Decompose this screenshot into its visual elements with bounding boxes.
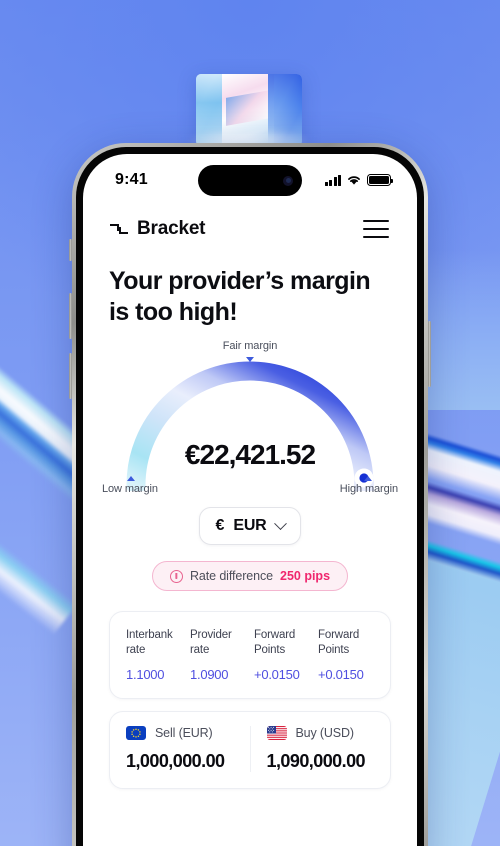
cellular-bars-icon <box>324 174 341 186</box>
buy-header: Buy (USD) <box>266 726 375 740</box>
gauge-value: €22,421.52 <box>184 439 316 470</box>
rate-value: +0.0150 <box>318 667 364 682</box>
front-camera-icon <box>283 175 293 186</box>
trade-card: Sell (EUR) 1,000,000.00 Buy (USD) 1,090,… <box>109 711 391 789</box>
page-title-line2: is too high! <box>109 297 238 326</box>
sell-label: Sell (EUR) <box>155 726 213 740</box>
page-title: Your provider’s margin is too high! <box>83 240 417 327</box>
status-bar: 9:41 <box>83 154 417 202</box>
rate-column: Provider rate 1.0900 <box>190 628 248 682</box>
bracket-logo-icon <box>110 224 128 234</box>
dynamic-island <box>198 165 302 196</box>
currency-symbol: € <box>215 517 225 534</box>
rate-difference-row: Rate difference 250 pips <box>83 561 417 591</box>
rate-column: Interbank rate 1.1000 <box>126 628 184 682</box>
rate-header: Forward Points <box>254 629 296 656</box>
info-circle-icon <box>169 569 183 583</box>
phone-bezel: 9:41 Bracket Your provider’s margin is t… <box>76 147 424 846</box>
battery-full-icon <box>367 174 393 186</box>
buy-label: Buy (USD) <box>295 726 355 740</box>
phone-device: 9:41 Bracket Your provider’s margin is t… <box>69 143 431 846</box>
eu-flag-icon <box>126 726 146 740</box>
silent-switch[interactable] <box>69 239 72 261</box>
gauge-tick-high <box>364 476 372 481</box>
status-time: 9:41 <box>115 171 148 188</box>
sell-header: Sell (EUR) <box>126 726 234 740</box>
buy-column: Buy (USD) 1,090,000.00 <box>249 726 391 772</box>
rates-card: Interbank rate 1.1000 Provider rate 1.09… <box>109 611 391 699</box>
scene: 9:41 Bracket Your provider’s margin is t… <box>0 0 500 846</box>
rate-header: Interbank rate <box>126 629 173 656</box>
rate-column: Forward Points +0.0150 <box>254 628 312 682</box>
rate-header: Provider rate <box>190 629 232 656</box>
sell-column: Sell (EUR) 1,000,000.00 <box>110 726 250 772</box>
currency-code: EUR <box>233 517 267 534</box>
sell-amount: 1,000,000.00 <box>126 751 225 771</box>
rate-difference-value: 250 pips <box>280 569 331 583</box>
phone-screen: 9:41 Bracket Your provider’s margin is t… <box>83 154 417 846</box>
hamburger-menu-icon[interactable] <box>363 219 389 239</box>
gauge-arc <box>126 361 374 491</box>
rate-value: +0.0150 <box>254 667 300 682</box>
brand-name: Bracket <box>137 218 206 239</box>
volume-down-button[interactable] <box>69 353 72 399</box>
gauge-tick-low <box>127 476 135 481</box>
rate-value: 1.1000 <box>126 667 165 682</box>
currency-selector[interactable]: € EUR <box>199 507 301 545</box>
rate-value: 1.0900 <box>190 667 229 682</box>
rate-difference-badge[interactable]: Rate difference 250 pips <box>151 561 349 591</box>
us-flag-icon <box>266 726 287 740</box>
gauge-label-low: Low margin <box>102 483 158 495</box>
rate-column: Forward Points +0.0150 <box>318 628 376 682</box>
currency-selector-row: € EUR <box>83 507 417 545</box>
gauge-label-high: High margin <box>339 483 398 495</box>
wifi-icon <box>348 176 360 185</box>
gauge-label-fair: Fair margin <box>222 340 278 352</box>
status-indicators <box>324 174 393 186</box>
page-title-line1: Your provider’s margin <box>109 267 371 295</box>
margin-gauge: Fair margin €22,421.52 Low margin High m… <box>100 340 400 497</box>
rate-header: Forward Points <box>318 629 360 656</box>
app-header: Bracket <box>83 202 417 240</box>
chevron-down-icon <box>273 516 287 530</box>
brand[interactable]: Bracket <box>109 218 206 240</box>
power-button[interactable] <box>428 321 431 387</box>
buy-amount: 1,090,000.00 <box>266 751 366 771</box>
rate-difference-label: Rate difference <box>189 569 273 583</box>
volume-up-button[interactable] <box>69 293 72 339</box>
